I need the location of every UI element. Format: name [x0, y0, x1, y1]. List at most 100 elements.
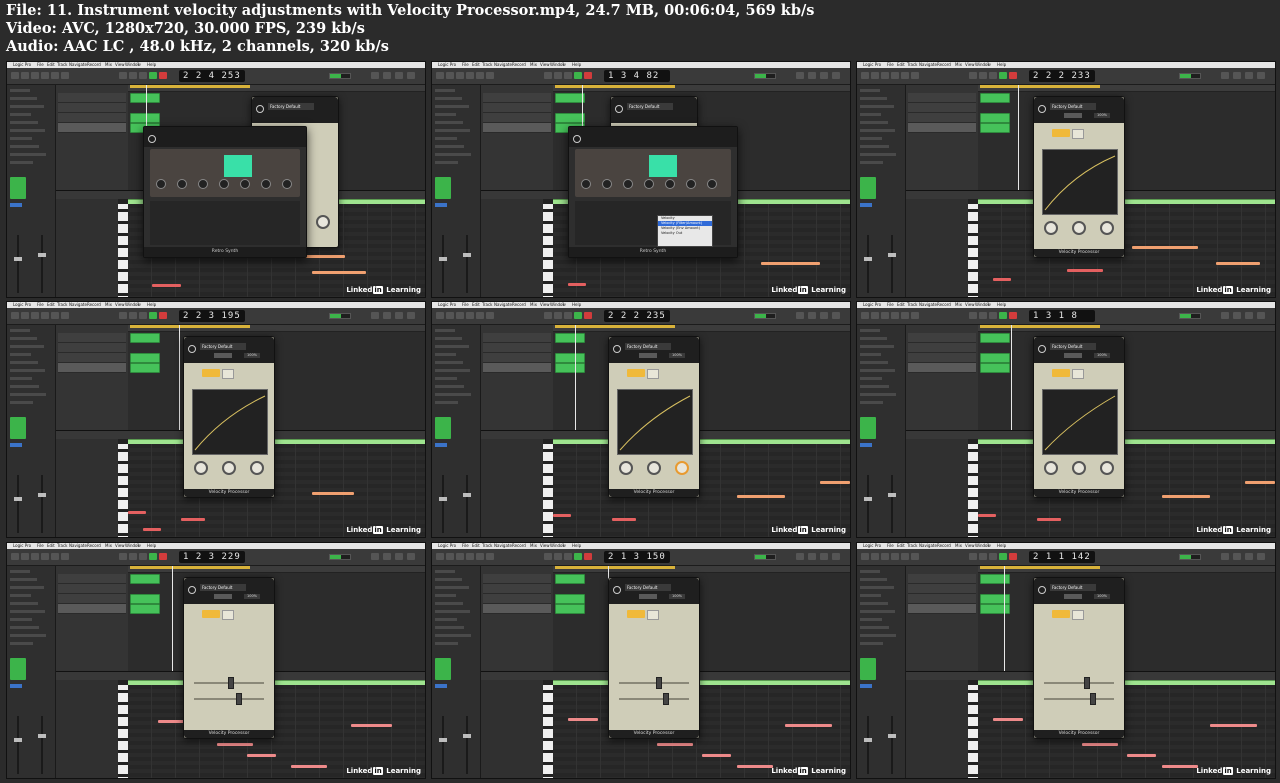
- note-grid[interactable]: [553, 685, 850, 778]
- cycle-region[interactable]: [130, 566, 250, 569]
- midi-note[interactable]: [820, 481, 850, 485]
- record-button[interactable]: [159, 72, 167, 79]
- preset-menu[interactable]: Factory Default: [1050, 343, 1096, 350]
- toolbar-button[interactable]: [911, 553, 919, 560]
- toolbar-button[interactable]: [881, 312, 889, 319]
- toolbar-button[interactable]: [871, 553, 879, 560]
- range-slider-handle[interactable]: [228, 677, 234, 689]
- velocity-processor-window[interactable]: Factory Default 100% Velocity Processor: [1033, 96, 1125, 258]
- preset-menu[interactable]: Factory Default: [625, 584, 671, 591]
- track-header[interactable]: [908, 93, 976, 103]
- velocity-processor-window[interactable]: Factory Default 100% Velocity Processor: [183, 577, 275, 739]
- volume-fader[interactable]: [888, 493, 896, 497]
- toolbar-button[interactable]: [446, 553, 454, 560]
- toolbar-button[interactable]: [1233, 312, 1241, 319]
- track-header[interactable]: [483, 574, 551, 584]
- midi-region[interactable]: [130, 574, 160, 584]
- track-header[interactable]: [58, 113, 126, 123]
- play-button[interactable]: [999, 312, 1007, 319]
- forward-button[interactable]: [554, 312, 562, 319]
- compare-button[interactable]: [1064, 594, 1082, 599]
- track-header[interactable]: [58, 103, 126, 113]
- volume-fader[interactable]: [439, 257, 447, 261]
- midi-note[interactable]: [567, 283, 586, 287]
- tracks-area[interactable]: [128, 566, 425, 671]
- toolbar-button[interactable]: [911, 72, 919, 79]
- threshold-knob[interactable]: [194, 461, 208, 475]
- channel-strip-button[interactable]: [10, 443, 22, 447]
- playhead[interactable]: [575, 325, 576, 430]
- midi-region[interactable]: [555, 113, 585, 123]
- midi-region[interactable]: [555, 353, 585, 363]
- mode-scale-button[interactable]: [202, 369, 220, 377]
- toolbar-button[interactable]: [436, 312, 444, 319]
- toolbar-button[interactable]: [486, 553, 494, 560]
- rewind-button[interactable]: [119, 553, 127, 560]
- synth-knob[interactable]: [581, 179, 591, 189]
- piano-keyboard[interactable]: [118, 204, 128, 297]
- toolbar-button[interactable]: [891, 72, 899, 79]
- lcd-display[interactable]: 2 1 3 150: [604, 551, 670, 563]
- midi-note[interactable]: [1209, 724, 1258, 728]
- toolbar-button[interactable]: [1221, 72, 1229, 79]
- toolbar-button[interactable]: [808, 72, 816, 79]
- toolbar-button[interactable]: [31, 553, 39, 560]
- play-button[interactable]: [999, 553, 1007, 560]
- mode-scale-button[interactable]: [1052, 369, 1070, 377]
- toolbar-button[interactable]: [436, 72, 444, 79]
- velocity-processor-window[interactable]: Factory Default 100% Velocity Processor: [1033, 336, 1125, 498]
- preset-menu[interactable]: Factory Default: [268, 103, 314, 110]
- volume-fader[interactable]: [463, 493, 471, 497]
- toolbar-button[interactable]: [21, 72, 29, 79]
- midi-region[interactable]: [980, 93, 1010, 103]
- toolbar-button[interactable]: [796, 72, 804, 79]
- piano-keyboard[interactable]: [543, 685, 553, 778]
- piano-keyboard[interactable]: [118, 444, 128, 537]
- power-icon[interactable]: [148, 135, 156, 143]
- midi-note[interactable]: [612, 518, 637, 522]
- stop-button[interactable]: [989, 72, 997, 79]
- mode-compress-button[interactable]: [1072, 369, 1084, 379]
- channel-strip-button[interactable]: [10, 684, 22, 688]
- track-header[interactable]: [58, 584, 126, 594]
- play-button[interactable]: [574, 553, 582, 560]
- track-header[interactable]: [483, 123, 551, 133]
- rewind-button[interactable]: [544, 72, 552, 79]
- rewind-button[interactable]: [544, 553, 552, 560]
- toolbar-button[interactable]: [476, 72, 484, 79]
- mode-scale-button[interactable]: [627, 369, 645, 377]
- forward-button[interactable]: [979, 72, 987, 79]
- compare-button[interactable]: [639, 594, 657, 599]
- power-icon[interactable]: [613, 345, 621, 353]
- midi-note[interactable]: [992, 718, 1023, 722]
- volume-fader[interactable]: [864, 497, 872, 501]
- midi-note[interactable]: [1245, 481, 1275, 485]
- track-header[interactable]: [483, 93, 551, 103]
- midi-region[interactable]: [555, 363, 585, 373]
- toolbar-button[interactable]: [861, 72, 869, 79]
- toolbar-button[interactable]: [901, 553, 909, 560]
- toolbar-button[interactable]: [11, 72, 19, 79]
- velocity-curve-display[interactable]: [1042, 149, 1118, 215]
- midi-note[interactable]: [992, 278, 1011, 282]
- toolbar-button[interactable]: [476, 312, 484, 319]
- mode-compress-button[interactable]: [1072, 610, 1084, 620]
- playhead[interactable]: [1018, 85, 1019, 190]
- ruler[interactable]: [978, 566, 1275, 573]
- toolbar-button[interactable]: [61, 72, 69, 79]
- compare-button[interactable]: [214, 353, 232, 358]
- play-button[interactable]: [149, 312, 157, 319]
- midi-note[interactable]: [760, 261, 821, 265]
- midi-region[interactable]: [980, 363, 1010, 373]
- midi-region[interactable]: [980, 594, 1010, 604]
- toolbar-button[interactable]: [383, 553, 391, 560]
- track-header[interactable]: [58, 574, 126, 584]
- power-icon[interactable]: [256, 105, 264, 113]
- toolbar-button[interactable]: [1257, 553, 1265, 560]
- midi-note[interactable]: [553, 513, 571, 517]
- power-icon[interactable]: [188, 345, 196, 353]
- forward-button[interactable]: [129, 553, 137, 560]
- playhead[interactable]: [172, 566, 173, 671]
- record-button[interactable]: [159, 312, 167, 319]
- toolbar-button[interactable]: [1245, 553, 1253, 560]
